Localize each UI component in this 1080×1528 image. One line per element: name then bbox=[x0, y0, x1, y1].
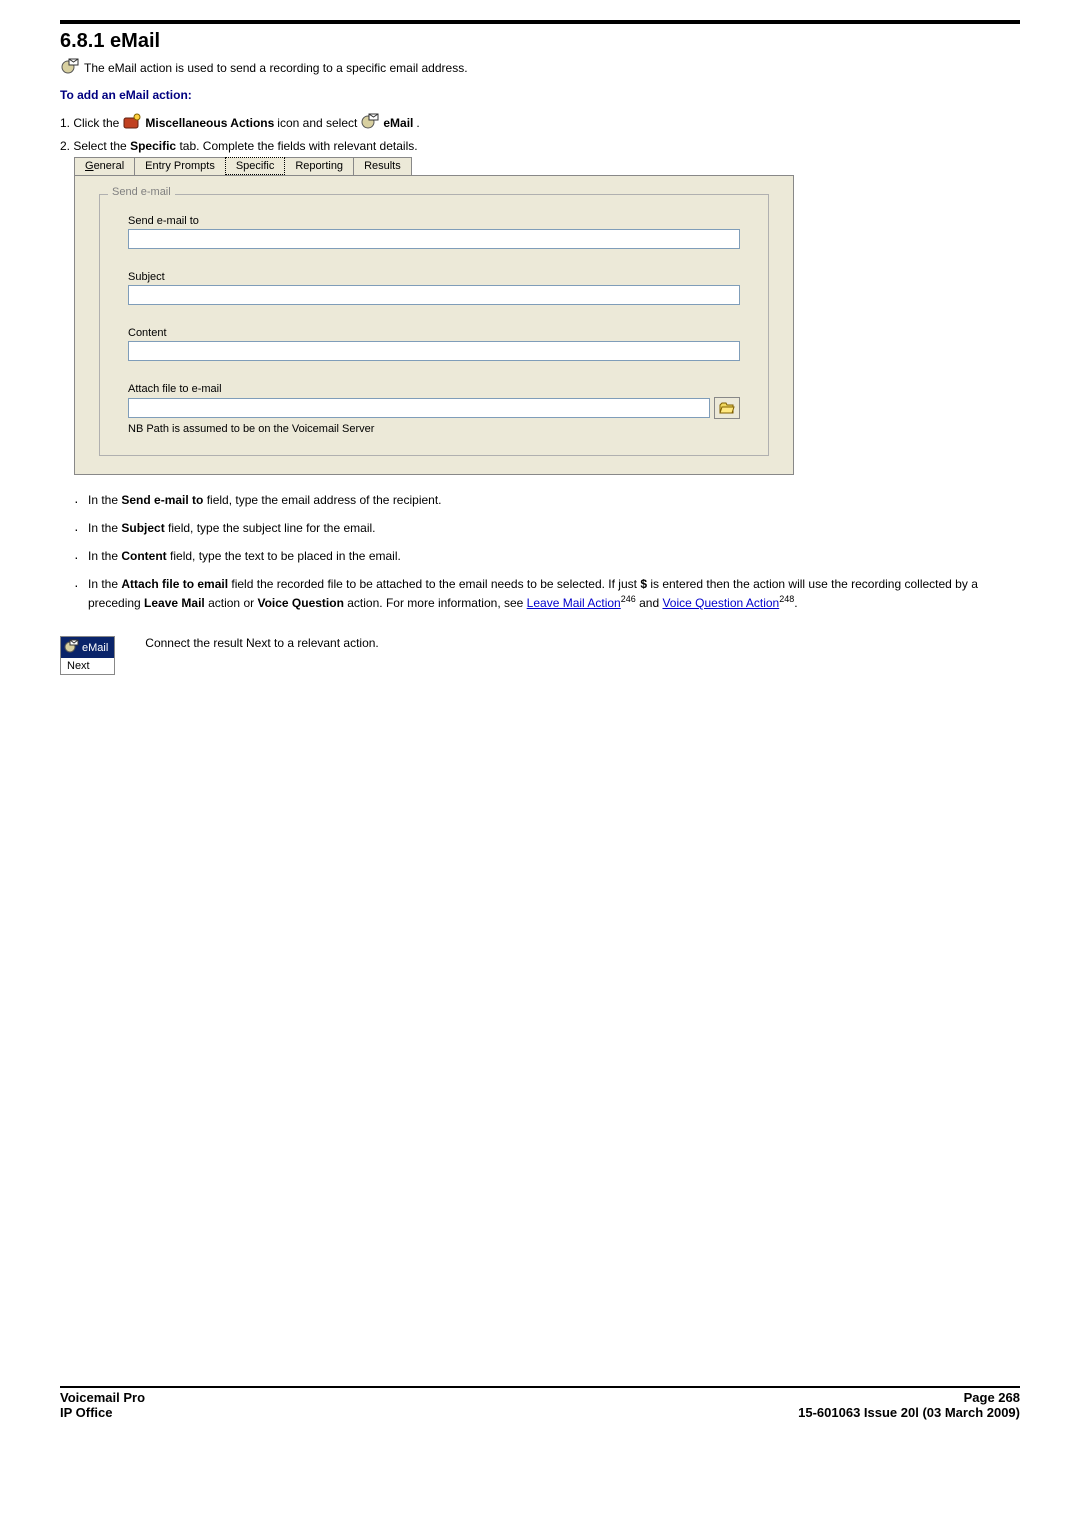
intro-text: The eMail action is used to send a recor… bbox=[84, 61, 468, 75]
page-title: 6.8.1 eMail bbox=[60, 30, 1020, 53]
step1-prefix: 1. Click the bbox=[60, 116, 119, 130]
step1-bold1: Miscellaneous Actions bbox=[145, 116, 274, 130]
attach-input[interactable] bbox=[128, 398, 710, 418]
widget-top-label: eMail bbox=[82, 642, 108, 654]
content-input[interactable] bbox=[128, 341, 740, 361]
email-action-icon bbox=[60, 57, 80, 78]
send-to-label: Send e-mail to bbox=[128, 215, 740, 227]
subhead: To add an eMail action: bbox=[60, 88, 1020, 102]
voice-question-link[interactable]: Voice Question Action bbox=[662, 596, 779, 610]
result-text: Connect the result Next to a relevant ac… bbox=[145, 636, 378, 650]
footer-right-1: Page 268 bbox=[964, 1390, 1020, 1405]
tab-specific[interactable]: Specific bbox=[225, 157, 286, 175]
send-email-group: Send e-mail Send e-mail to Subject Conte… bbox=[99, 194, 769, 456]
step1-mid: icon and select bbox=[277, 116, 357, 130]
attach-label: Attach file to e-mail bbox=[128, 383, 740, 395]
bullet-4: In the Attach file to email field the re… bbox=[74, 575, 1020, 612]
misc-actions-icon bbox=[122, 112, 142, 133]
leave-mail-link[interactable]: Leave Mail Action bbox=[527, 596, 621, 610]
send-to-input[interactable] bbox=[128, 229, 740, 249]
step1-bold2: eMail bbox=[383, 116, 413, 130]
tab-results[interactable]: Results bbox=[353, 157, 412, 175]
content-label: Content bbox=[128, 327, 740, 339]
subject-input[interactable] bbox=[128, 285, 740, 305]
tab-bar: General Entry Prompts Specific Reporting… bbox=[74, 157, 1020, 175]
footer-left-2: IP Office bbox=[60, 1405, 113, 1420]
specific-tab-panel: Send e-mail Send e-mail to Subject Conte… bbox=[74, 175, 794, 475]
step2-prefix: 2. Select the bbox=[60, 139, 127, 153]
tab-entry-prompts[interactable]: Entry Prompts bbox=[134, 157, 226, 175]
bullet-3: In the Content field, type the text to b… bbox=[74, 547, 1020, 565]
step2-bold: Specific bbox=[130, 139, 176, 153]
step1-suffix: . bbox=[416, 116, 419, 130]
footer-left-1: Voicemail Pro bbox=[60, 1390, 145, 1405]
tab-reporting[interactable]: Reporting bbox=[284, 157, 354, 175]
widget-bottom-label: Next bbox=[61, 658, 114, 674]
email-select-icon bbox=[360, 112, 380, 133]
subject-label: Subject bbox=[128, 271, 740, 283]
browse-button[interactable] bbox=[714, 397, 740, 419]
group-legend: Send e-mail bbox=[108, 186, 175, 198]
tab-general[interactable]: General bbox=[74, 157, 135, 175]
footer-right-2: 15-601063 Issue 20l (03 March 2009) bbox=[798, 1405, 1020, 1420]
widget-email-icon bbox=[63, 639, 79, 656]
top-rule bbox=[60, 20, 1020, 24]
bullet-2: In the Subject field, type the subject l… bbox=[74, 519, 1020, 537]
step2-suffix: tab. Complete the fields with relevant d… bbox=[179, 139, 417, 153]
bullet-list: In the Send e-mail to field, type the em… bbox=[74, 491, 1020, 612]
folder-open-icon bbox=[719, 401, 735, 415]
bullet-1: In the Send e-mail to field, type the em… bbox=[74, 491, 1020, 509]
page-footer: Voicemail Pro Page 268 IP Office 15-6010… bbox=[60, 1386, 1020, 1420]
nb-text: NB Path is assumed to be on the Voicemai… bbox=[128, 423, 740, 435]
result-widget: eMail Next bbox=[60, 636, 115, 675]
